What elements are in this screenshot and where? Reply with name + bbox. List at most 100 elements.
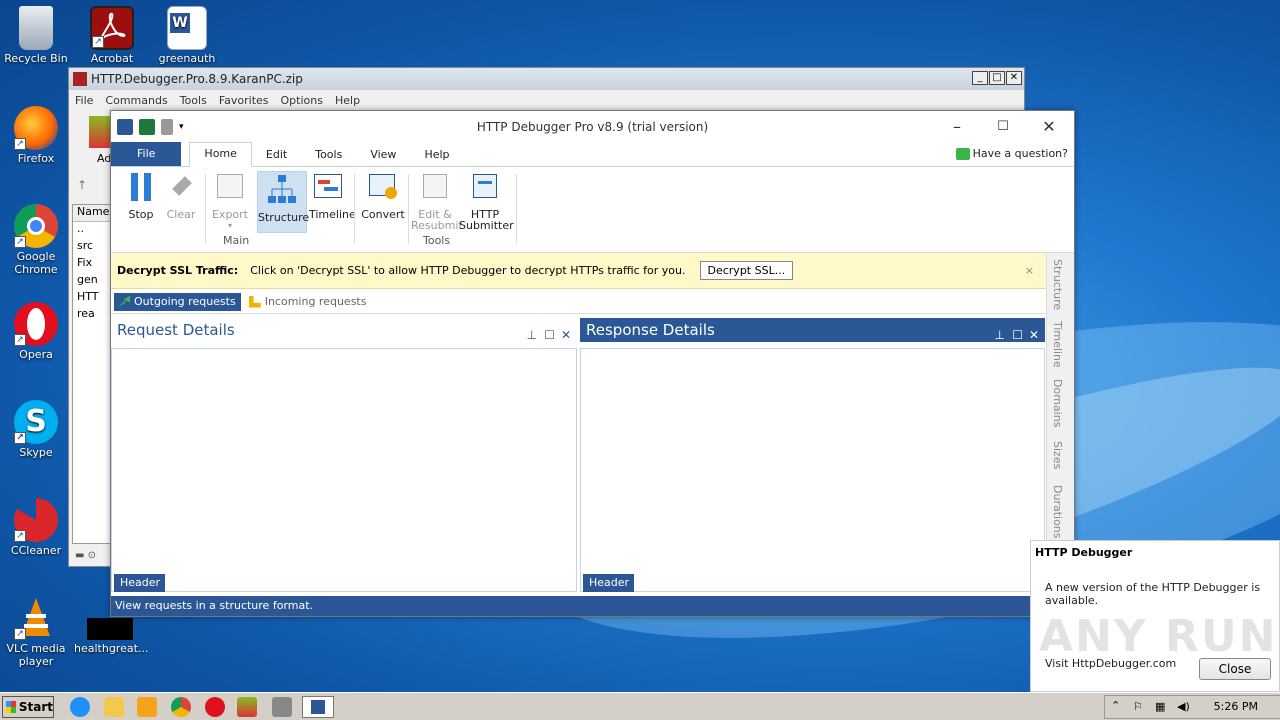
request-details-header: Request Details ⊥ ☐ ✕	[111, 318, 577, 342]
export-button[interactable]: Export ▾	[211, 171, 249, 231]
desktop-icon-greenauth[interactable]: W greenauth	[151, 6, 223, 65]
stop-label: Stop	[128, 208, 154, 221]
tab-outgoing-requests[interactable]: Outgoing requests	[114, 292, 241, 311]
tab-file[interactable]: File	[111, 142, 182, 166]
maximize-pane-icon[interactable]: ☐	[1012, 323, 1023, 347]
calculator-icon[interactable]	[272, 697, 292, 717]
http-debugger-titlebar[interactable]: ▾ HTTP Debugger Pro v8.9 (trial version)…	[111, 111, 1074, 143]
stop-button[interactable]: Stop	[123, 171, 159, 220]
http-debugger-task-button[interactable]	[302, 696, 334, 718]
response-header-button[interactable]: Header	[583, 574, 635, 592]
desktop-icon-healthgreat[interactable]: healthgreat...	[74, 618, 148, 655]
close-button[interactable]: ✕	[1006, 71, 1022, 85]
tab-incoming-requests[interactable]: Incoming requests	[245, 293, 372, 311]
tab-tools[interactable]: Tools	[301, 144, 356, 166]
status-bar: View requests in a structure format.	[111, 596, 1074, 616]
notification-body: A new version of the HTTP Debugger is av…	[1045, 581, 1261, 607]
brush-icon	[165, 171, 197, 203]
side-tab-timeline[interactable]: Timeline	[1051, 321, 1064, 368]
volume-icon[interactable]: ◀)	[1177, 700, 1190, 713]
convert-button[interactable]: Convert	[361, 171, 405, 220]
desktop-icon-firefox[interactable]: ↗ Firefox	[0, 106, 72, 165]
desktop-icon-acrobat[interactable]: ↗ Acrobat	[76, 6, 148, 65]
side-tab-domains[interactable]: Domains	[1051, 379, 1064, 427]
tab-help[interactable]: Help	[410, 144, 463, 166]
request-header-button[interactable]: Header	[114, 574, 166, 592]
ssl-bar-close-icon[interactable]: ×	[1025, 264, 1034, 277]
convert-icon	[367, 171, 399, 203]
notification-link[interactable]: Visit HttpDebugger.com	[1045, 657, 1176, 670]
desktop-icon-ccleaner[interactable]: ↗ CCleaner	[0, 498, 72, 557]
list-item[interactable]: ..	[73, 222, 111, 239]
menu-file[interactable]: File	[75, 94, 93, 107]
clear-button[interactable]: Clear	[163, 171, 199, 220]
network-icon[interactable]: ▦	[1155, 700, 1165, 713]
clock[interactable]: 5:26 PM	[1214, 700, 1258, 713]
windows-logo-icon	[6, 701, 16, 713]
menu-options[interactable]: Options	[281, 94, 323, 107]
minimize-button[interactable]: _	[972, 71, 988, 85]
decrypt-ssl-button[interactable]: Decrypt SSL...	[699, 261, 794, 280]
start-button[interactable]: Start	[2, 696, 54, 718]
ie-icon[interactable]	[70, 697, 90, 717]
update-notification: ANY RUN HTTP Debugger A new version of t…	[1030, 540, 1280, 692]
response-details-body[interactable]	[580, 348, 1045, 592]
pin-icon[interactable]: ⊥	[995, 323, 1005, 347]
tab-edit[interactable]: Edit	[252, 144, 301, 166]
flag-icon[interactable]: ⚐	[1133, 700, 1143, 713]
desktop-icon-label: Google Chrome	[14, 250, 58, 276]
close-pane-icon[interactable]: ✕	[561, 323, 571, 347]
show-hidden-icons-icon[interactable]: ⌃	[1111, 699, 1120, 712]
side-tab-sizes[interactable]: Sizes	[1051, 441, 1064, 469]
column-header-name[interactable]: Name	[73, 205, 111, 222]
explorer-icon[interactable]	[104, 697, 124, 717]
desktop-icon-vlc[interactable]: ↗ VLC media player	[0, 596, 72, 668]
tab-home[interactable]: Home	[189, 142, 252, 167]
opera-icon[interactable]	[205, 697, 225, 717]
menu-help[interactable]: Help	[335, 94, 360, 107]
edit-resubmit-label-2: Resubmit	[411, 219, 463, 232]
up-arrow-icon[interactable]: ↑	[77, 178, 111, 196]
notification-close-button[interactable]: Close	[1199, 658, 1271, 680]
list-item[interactable]: Fix	[73, 256, 111, 273]
media-player-icon[interactable]	[137, 697, 157, 717]
desktop-icon-chrome[interactable]: ↗ Google Chrome	[0, 204, 72, 276]
winrar-icon[interactable]	[237, 697, 257, 717]
close-pane-icon[interactable]: ✕	[1029, 323, 1039, 347]
tab-view[interactable]: View	[356, 144, 410, 166]
list-item[interactable]: gen	[73, 273, 111, 290]
chat-bubble-icon	[955, 147, 970, 160]
menu-commands[interactable]: Commands	[105, 94, 167, 107]
maximize-button[interactable]: ☐	[988, 117, 1018, 137]
maximize-pane-icon[interactable]: ☐	[544, 323, 555, 347]
list-item[interactable]: src	[73, 239, 111, 256]
menu-favorites[interactable]: Favorites	[219, 94, 269, 107]
menu-tools[interactable]: Tools	[180, 94, 207, 107]
edit-resubmit-button[interactable]: Edit & Resubmit	[411, 171, 463, 232]
group-label-main: Main	[223, 234, 250, 247]
close-button[interactable]: ✕	[1034, 117, 1064, 137]
firefox-icon: ↗	[14, 106, 58, 150]
http-submitter-label-2: Submitter	[459, 219, 514, 232]
timeline-button[interactable]: Timeline	[309, 171, 356, 220]
list-item[interactable]: rea	[73, 307, 111, 324]
pin-icon[interactable]: ⊥	[527, 323, 537, 347]
side-tab-structure[interactable]: Structure	[1051, 259, 1064, 310]
minimize-button[interactable]: –	[942, 117, 972, 137]
list-item[interactable]: HTT	[73, 290, 111, 307]
request-details-body[interactable]	[111, 348, 577, 592]
desktop-icon-skype[interactable]: S ↗ Skype	[0, 400, 72, 459]
maximize-button[interactable]: □	[989, 71, 1005, 85]
response-details-header: Response Details ⊥ ☐ ✕	[580, 318, 1045, 342]
desktop-icon-recycle-bin[interactable]: Recycle Bin	[0, 6, 72, 65]
chrome-icon[interactable]	[171, 697, 191, 717]
clear-label: Clear	[166, 208, 196, 221]
http-debugger-window[interactable]: ▾ HTTP Debugger Pro v8.9 (trial version)…	[110, 110, 1075, 617]
http-submitter-button[interactable]: HTTP Submitter	[459, 171, 514, 232]
side-tab-durations[interactable]: Durations	[1051, 485, 1064, 539]
winrar-titlebar[interactable]: HTTP.Debugger.Pro.8.9.KaranPC.zip	[69, 68, 1024, 90]
desktop-icon-opera[interactable]: ↗ Opera	[0, 302, 72, 361]
structure-label: Structure	[258, 211, 310, 224]
structure-button[interactable]: Structure	[257, 171, 310, 233]
help-link[interactable]: Have a question?	[955, 147, 1068, 160]
